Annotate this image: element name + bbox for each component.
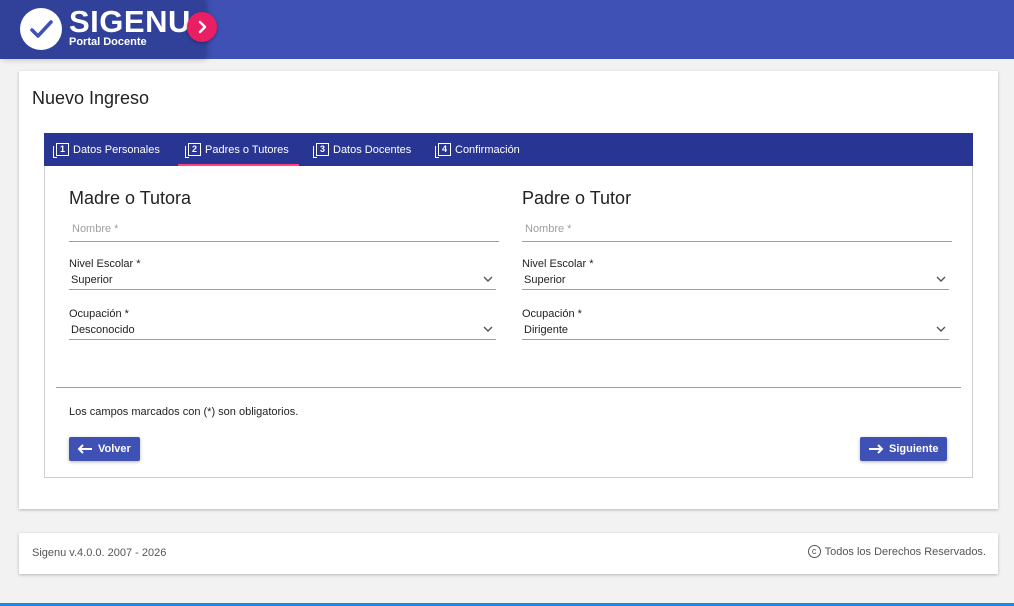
next-button[interactable]: Siguiente: [860, 437, 947, 461]
father-nivel-label: Nivel Escolar *: [522, 258, 594, 270]
father-nivel-select[interactable]: Superior: [522, 272, 949, 290]
back-button[interactable]: Volver: [69, 437, 140, 461]
check-circle-icon: [20, 8, 62, 50]
copyright-icon: c: [807, 545, 821, 558]
tab-datos-docentes[interactable]: 3 Datos Docentes: [313, 133, 412, 166]
brand-block: SIGENU Portal Docente: [0, 0, 205, 59]
form-divider: [56, 387, 961, 388]
mother-ocupacion-select[interactable]: Desconocido: [69, 322, 496, 340]
select-value: Superior: [71, 274, 113, 286]
arrow-left-icon: [77, 444, 92, 454]
wizard-panel: 1 Datos Personales 2 Padres o Tutores 3 …: [44, 133, 973, 478]
filter-4-icon: 4: [435, 143, 451, 158]
select-value: Desconocido: [71, 324, 135, 336]
chevron-down-icon: [482, 273, 494, 288]
father-name-field[interactable]: [522, 218, 952, 242]
father-ocupacion-label: Ocupación *: [522, 308, 582, 320]
sidebar-toggle-button[interactable]: [187, 12, 217, 42]
tab-padres-o-tutores[interactable]: 2 Padres o Tutores: [178, 133, 299, 166]
back-button-label: Volver: [98, 443, 131, 455]
tab-label: Padres o Tutores: [205, 143, 289, 156]
filter-1-icon: 1: [53, 143, 69, 158]
father-name-input[interactable]: [522, 218, 952, 240]
chevron-down-icon: [935, 273, 947, 288]
filter-2-icon: 2: [185, 143, 201, 158]
chevron-down-icon: [482, 323, 494, 338]
version-text: Sigenu v.4.0.0. 2007 - 2026: [32, 547, 167, 559]
footer: Sigenu v.4.0.0. 2007 - 2026 c Todos los …: [19, 533, 998, 574]
mother-nivel-label: Nivel Escolar *: [69, 258, 141, 270]
tab-label: Confirmación: [455, 143, 520, 156]
arrow-right-icon: [869, 444, 884, 454]
tab-label: Datos Personales: [73, 143, 160, 156]
mother-section-title: Madre o Tutora: [69, 188, 192, 208]
father-ocupacion-select[interactable]: Dirigente: [522, 322, 949, 340]
wizard-tabs: 1 Datos Personales 2 Padres o Tutores 3 …: [44, 133, 973, 166]
chevron-down-icon: [935, 323, 947, 338]
tab-datos-personales[interactable]: 1 Datos Personales: [53, 133, 160, 166]
filter-3-icon: 3: [313, 143, 329, 158]
mother-nivel-select[interactable]: Superior: [69, 272, 496, 290]
select-value: Dirigente: [524, 324, 569, 336]
tab-confirmacion[interactable]: 4 Confirmación: [435, 133, 520, 166]
select-value: Superior: [524, 274, 566, 286]
page-title: Nuevo Ingreso: [32, 88, 150, 108]
app-name: SIGENU: [69, 4, 191, 39]
rights-text: Todos los Derechos Reservados.: [824, 545, 986, 558]
required-fields-note: Los campos marcados con (*) son obligato…: [69, 406, 299, 418]
rights-notice: c Todos los Derechos Reservados.: [807, 545, 986, 558]
tab-label: Datos Docentes: [333, 143, 412, 156]
mother-name-field[interactable]: [69, 218, 499, 242]
main-card: Nuevo Ingreso 1 Datos Personales 2 Padre…: [19, 71, 998, 509]
next-button-label: Siguiente: [889, 443, 939, 455]
father-section-title: Padre o Tutor: [522, 188, 632, 208]
chevron-right-icon: [198, 20, 207, 34]
app-subtitle: Portal Docente: [69, 36, 147, 48]
top-app-bar: SIGENU Portal Docente: [0, 0, 1014, 59]
mother-name-input[interactable]: [69, 218, 499, 240]
mother-ocupacion-label: Ocupación *: [69, 308, 129, 320]
